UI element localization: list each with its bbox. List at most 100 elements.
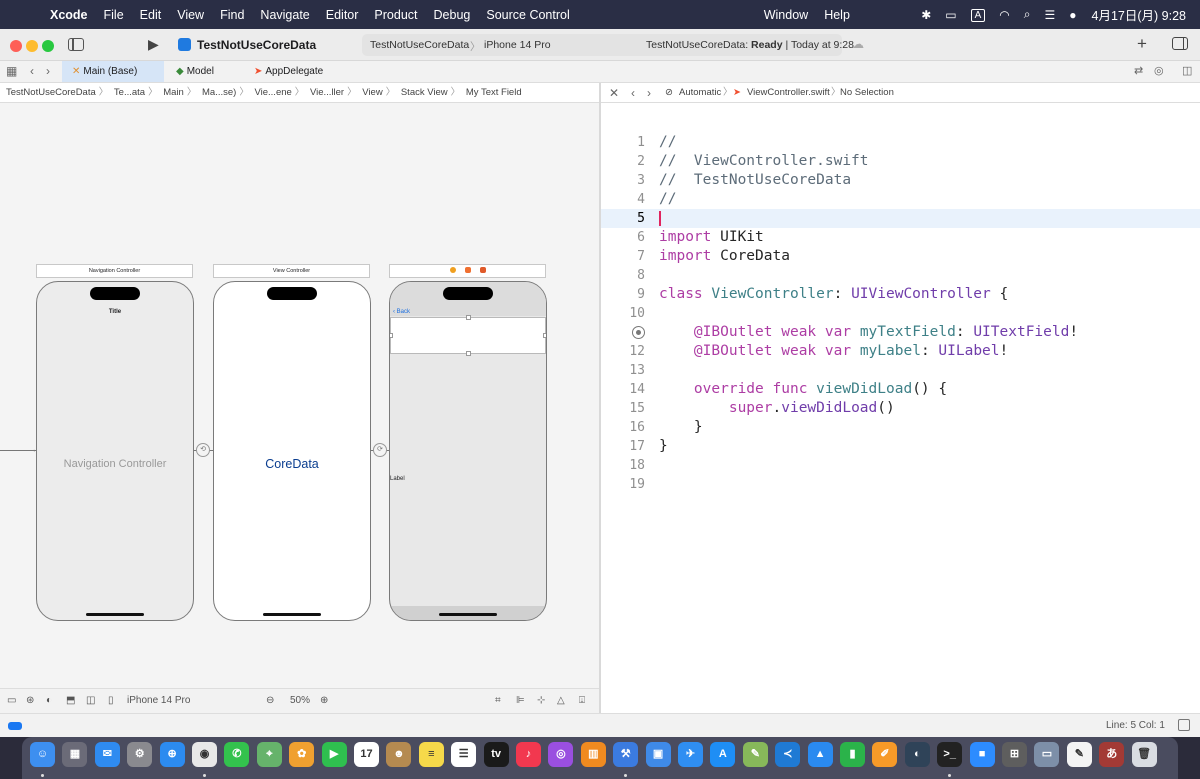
menu-debug[interactable]: Debug <box>426 8 479 22</box>
testflight-icon[interactable]: ✈ <box>678 742 703 767</box>
jumpbar-item[interactable]: Vie...ene <box>254 87 291 98</box>
launchpad-icon[interactable]: ▦ <box>62 742 88 767</box>
code-line[interactable]: 3 // TestNotUseCoreData <box>601 171 1200 190</box>
textedit-icon[interactable]: ✎ <box>1066 742 1092 767</box>
nav-back-button[interactable]: ‹ Back <box>393 309 410 315</box>
stack-view-selection[interactable] <box>390 315 546 356</box>
device-selector[interactable]: iPhone 14 Pro <box>484 39 551 51</box>
siri-icon[interactable]: ● <box>1062 8 1083 22</box>
storyboard-canvas[interactable]: Navigation Controller Title Navigation C… <box>0 103 599 713</box>
review-icon[interactable]: ◎ <box>1154 64 1164 77</box>
podcasts-icon[interactable]: ◎ <box>548 742 574 767</box>
pages-icon[interactable]: ✐ <box>872 742 898 767</box>
code-line[interactable]: 2 // ViewController.swift <box>601 152 1200 171</box>
scheme-selector[interactable]: TestNotUseCoreData <box>370 39 469 51</box>
code-line[interactable]: 19 <box>601 475 1200 494</box>
line-number[interactable]: 16 <box>601 418 645 437</box>
device-label[interactable]: iPhone 14 Pro <box>127 695 190 706</box>
code-line[interactable]: @IBOutlet weak var myTextField: UITextFi… <box>601 323 1200 342</box>
menu-product[interactable]: Product <box>366 8 425 22</box>
debug-area-toggle-icon[interactable] <box>8 722 22 730</box>
pin-icon[interactable]: ⊹ <box>537 695 545 706</box>
menu-find[interactable]: Find <box>212 8 252 22</box>
script-editor-icon[interactable]: ✎ <box>742 742 768 767</box>
notes-icon[interactable]: ≡ <box>418 742 444 767</box>
spotlight-search-icon[interactable]: ⌕ <box>1017 7 1038 22</box>
code-line[interactable]: 17} <box>601 437 1200 456</box>
calendar-icon[interactable]: 17 <box>354 742 379 767</box>
coredata-button[interactable]: CoreData <box>214 457 370 471</box>
menu-view[interactable]: View <box>169 8 212 22</box>
show-segue-icon[interactable]: ⟳ <box>373 443 387 457</box>
chrome-icon[interactable]: ◉ <box>192 742 217 767</box>
control-center-icon[interactable]: ☰ <box>1038 8 1063 22</box>
close-icon[interactable]: ✕ <box>609 83 619 103</box>
first-responder-icon[interactable] <box>465 267 471 273</box>
code-line[interactable]: 6 import UIKit <box>601 228 1200 247</box>
close-window-button[interactable] <box>10 40 22 52</box>
menu-editor[interactable]: Editor <box>318 8 367 22</box>
dark-mode-icon[interactable]: ◐ <box>46 695 52 706</box>
line-number[interactable]: 3 <box>601 171 645 190</box>
bluetooth-icon[interactable]: ✱ <box>914 8 938 22</box>
forward-icon[interactable]: › <box>647 83 651 103</box>
grid-icon[interactable]: ▦ <box>6 64 17 78</box>
view-controller-icon[interactable] <box>450 267 456 273</box>
battery-icon[interactable]: ▭ <box>938 8 963 22</box>
menu-navigate[interactable]: Navigate <box>252 8 317 22</box>
music-icon[interactable]: ♪ <box>516 742 541 767</box>
zoom-level[interactable]: 50% <box>290 695 310 706</box>
terminal-icon[interactable]: >_ <box>937 742 963 767</box>
menu-edit[interactable]: Edit <box>132 8 170 22</box>
outlet-connection-icon[interactable] <box>632 326 645 339</box>
line-number[interactable]: 6 <box>601 228 645 247</box>
scene-dock-bar[interactable] <box>389 264 546 278</box>
jumpbar-item[interactable]: Te...ata <box>114 87 145 98</box>
preview-icon[interactable]: ▭ <box>1034 742 1060 767</box>
code-line[interactable]: 1 // <box>601 133 1200 152</box>
relationship-segue-icon[interactable]: ⟲ <box>196 443 210 457</box>
code-line[interactable]: 10 <box>601 304 1200 323</box>
appearance-icon[interactable]: ⊛ <box>26 695 34 706</box>
layout-icon[interactable]: ◫ <box>86 695 95 706</box>
line-number[interactable]: 5 <box>601 209 645 228</box>
related-items-icon[interactable]: ⊘ <box>665 83 673 103</box>
reminders-icon[interactable]: ☰ <box>451 742 477 767</box>
device-icon[interactable]: ▯ <box>108 695 114 706</box>
line-number[interactable]: 1 <box>601 133 645 152</box>
back-icon[interactable]: ‹ <box>631 83 635 103</box>
system-settings-icon[interactable]: ⚙ <box>127 742 153 767</box>
project-name[interactable]: TestNotUseCoreData <box>197 38 316 52</box>
forward-icon[interactable]: › <box>46 64 50 78</box>
jumpbar-item[interactable]: View <box>362 87 382 98</box>
menu-clock[interactable]: 4月17日(月) 9:28 <box>1084 5 1200 24</box>
code-line[interactable]: 13 <box>601 361 1200 380</box>
jumpbar-item[interactable]: Vie...ller <box>310 87 344 98</box>
tab-model[interactable]: ◆ Model <box>166 61 246 82</box>
update-frames-icon[interactable]: ⌗ <box>495 695 501 706</box>
split-editor-icon[interactable]: ◫ <box>1182 64 1192 77</box>
resolve-icon[interactable]: △ <box>557 695 565 706</box>
align-icon[interactable]: ⊫ <box>516 695 525 706</box>
code-line[interactable]: 7 import CoreData <box>601 247 1200 266</box>
maps-icon[interactable]: ⌖ <box>256 742 282 767</box>
contacts-icon[interactable]: ☻ <box>386 742 412 767</box>
simulator-icon[interactable]: ▣ <box>645 742 671 767</box>
run-icon[interactable]: ▶ <box>148 36 159 53</box>
line-number[interactable]: 14 <box>601 380 645 399</box>
calculator-icon[interactable]: ⊞ <box>1002 742 1027 767</box>
line-number[interactable]: 9 <box>601 285 645 304</box>
code-line[interactable]: 9 class ViewController: UIViewController … <box>601 285 1200 304</box>
jumpbar-item[interactable]: Stack View <box>401 87 448 98</box>
line-number[interactable]: 19 <box>601 475 645 494</box>
line-number[interactable]: 15 <box>601 399 645 418</box>
facetime-icon[interactable]: ▶ <box>321 742 347 767</box>
wifi-icon[interactable]: ◠ <box>992 8 1016 22</box>
code-line[interactable]: 14 override func viewDidLoad() { <box>601 380 1200 399</box>
line-number[interactable]: 8 <box>601 266 645 285</box>
keynote-icon[interactable]: ▲ <box>807 742 833 767</box>
line-number[interactable]: 12 <box>601 342 645 361</box>
swap-icon[interactable]: ⇄ <box>1134 64 1143 77</box>
orientation-icon[interactable]: ⬒ <box>66 695 75 706</box>
jumpbar-item[interactable]: Main <box>163 87 184 98</box>
